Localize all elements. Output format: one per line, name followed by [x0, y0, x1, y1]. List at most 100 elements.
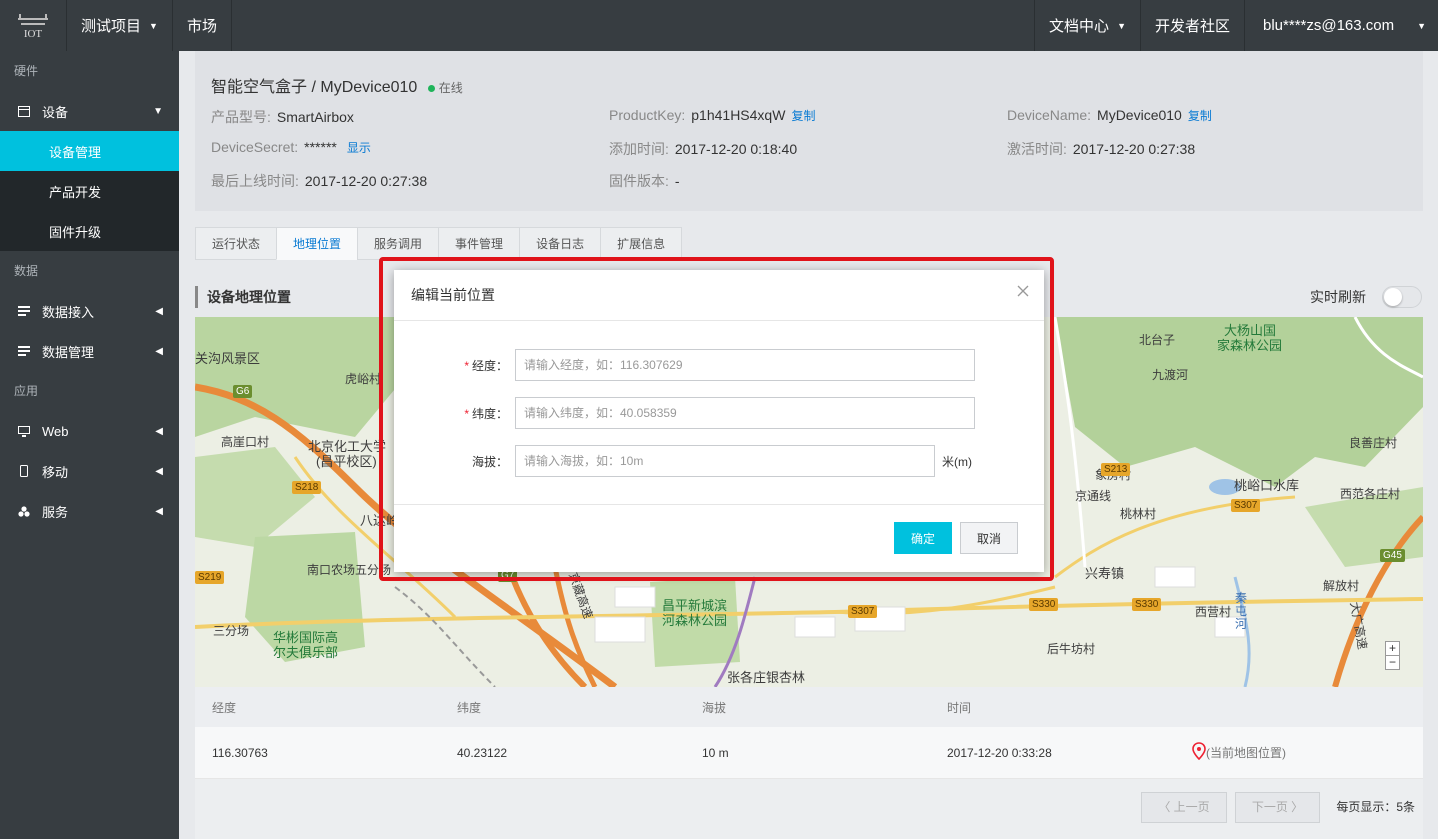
map-label: 西范各庄村: [1340, 487, 1401, 501]
chevron-left-icon: 〈: [1158, 800, 1174, 814]
altitude-input[interactable]: [515, 445, 935, 477]
sidebar: 硬件 设备 ▼ 设备管理 产品开发 固件升级 数据 数据接入 ◀ 数据管理 ◀ …: [0, 51, 179, 839]
map-label: 北台子: [1139, 333, 1176, 347]
info-added: 添加时间: 2017-12-20 0:18:40: [609, 139, 1007, 159]
caret-left-icon: ◀: [155, 465, 163, 477]
longitude-input[interactable]: [515, 349, 975, 381]
caret-left-icon: ◀: [155, 505, 163, 517]
info-value: -: [674, 173, 680, 189]
cell-lat: 40.23122: [457, 745, 508, 760]
info-key: 最后上线时间:: [211, 173, 299, 189]
current-map-position-link[interactable]: (当前地图位置): [1175, 742, 1415, 763]
info-model: 产品型号: SmartAirbox: [211, 107, 609, 127]
info-value: p1h41HS4xqW: [691, 107, 786, 123]
tab-geo-location[interactable]: 地理位置: [276, 227, 359, 260]
community-label: 开发者社区: [1154, 18, 1230, 35]
community-link[interactable]: 开发者社区: [1139, 0, 1244, 51]
sidebar-item-web[interactable]: Web ◀: [0, 411, 179, 451]
map-label: 桃峪口水库: [1234, 478, 1300, 493]
info-key: DeviceSecret:: [211, 139, 299, 155]
project-label: 测试项目: [81, 18, 142, 35]
lat-label: * 纬度：: [394, 405, 515, 422]
close-icon[interactable]: [1016, 284, 1030, 298]
zoom-out-button[interactable]: −: [1386, 655, 1399, 669]
info-activated: 激活时间: 2017-12-20 0:27:38: [1007, 139, 1405, 159]
prev-page-button[interactable]: 〈 上一页: [1141, 792, 1227, 823]
caret-down-icon: ▼: [149, 20, 158, 31]
current-map-position-label: (当前地图位置): [1206, 746, 1286, 760]
online-dot-icon: [427, 85, 435, 93]
market-link[interactable]: 市场: [173, 0, 232, 51]
status-badge: 在线: [427, 81, 463, 95]
info-row: 最后上线时间: 2017-12-20 0:27:38 固件版本: -: [211, 171, 1411, 191]
road-badge: S330: [1029, 598, 1059, 611]
tab-running-status[interactable]: 运行状态: [195, 227, 278, 260]
account-label: blu****zs@163.com: [1263, 17, 1395, 34]
cell-alt: 10 m: [702, 745, 729, 760]
road-badge: S307: [1231, 499, 1261, 512]
sidebar-label: 移动: [42, 464, 69, 480]
info-key: 添加时间:: [609, 141, 669, 157]
info-key: 产品型号:: [211, 109, 271, 125]
road-badge: G45: [1380, 549, 1405, 562]
cancel-button[interactable]: 取消: [960, 522, 1018, 554]
sidebar-item-product-dev[interactable]: 产品开发: [0, 171, 179, 211]
lng-row: * 经度：: [394, 349, 975, 381]
device-icon: [18, 105, 30, 117]
sidebar-item-data-access[interactable]: 数据接入 ◀: [0, 291, 179, 331]
map-label: 河森林公园: [662, 613, 728, 628]
confirm-button[interactable]: 确定: [894, 522, 952, 554]
map-label: 家森林公园: [1217, 338, 1283, 353]
alt-row: 海拔： 米(m): [394, 445, 972, 477]
sidebar-item-device-manage[interactable]: 设备管理: [0, 131, 179, 171]
latitude-input[interactable]: [515, 397, 975, 429]
realtime-refresh-toggle[interactable]: [1382, 286, 1422, 308]
iot-logo-icon[interactable]: IOT: [0, 0, 67, 51]
info-firmware: 固件版本: -: [609, 171, 1007, 191]
account-menu[interactable]: blu****zs@163.com ▼: [1244, 0, 1438, 51]
dialog-footer: 确定 取消: [394, 504, 1044, 572]
docs-menu[interactable]: 文档中心 ▼: [1034, 0, 1140, 51]
list-icon: [18, 345, 30, 357]
map-label: 解放村: [1323, 579, 1360, 593]
tab-service-call[interactable]: 服务调用: [357, 227, 440, 260]
info-value: 2017-12-20 0:27:38: [1072, 141, 1196, 157]
lng-label-text: 经度：: [471, 358, 508, 373]
tab-event-manage[interactable]: 事件管理: [438, 227, 521, 260]
info-value: MyDevice010: [1097, 107, 1182, 123]
info-productkey: ProductKey: p1h41HS4xqW 复制: [609, 107, 1007, 127]
map-pin-icon: [1192, 742, 1206, 763]
map-label: 尔夫俱乐部: [273, 645, 339, 660]
dialog-title: 编辑当前位置: [394, 270, 1044, 321]
show-secret-link[interactable]: 显示: [347, 141, 371, 155]
map-label: 高崖口村: [221, 435, 270, 449]
col-header: 纬度: [457, 700, 482, 715]
lat-label-text: 纬度：: [471, 406, 508, 421]
location-table: 经度 纬度 海拔 时间 116.30763 40.23122 10 m 2017…: [195, 687, 1423, 779]
tab-device-log[interactable]: 设备日志: [519, 227, 602, 260]
sidebar-item-device[interactable]: 设备 ▼: [0, 91, 179, 131]
device-id: MyDevice010: [320, 79, 418, 96]
project-selector[interactable]: 测试项目 ▼: [67, 0, 173, 51]
altitude-unit: 米(m): [942, 454, 972, 469]
lng-label: * 经度：: [394, 357, 515, 374]
edit-location-dialog: 编辑当前位置 *经度： *纬度： 海拔： 米(m) 确定 取消: [394, 270, 1044, 572]
map-label: 三分场: [213, 624, 250, 638]
info-value: SmartAirbox: [276, 109, 354, 125]
info-value: 2017-12-20 0:18:40: [674, 141, 798, 157]
device-title: 智能空气盒子 / MyDevice010 在线: [211, 79, 463, 96]
map-label: 张各庄银杏林: [727, 670, 806, 685]
copy-productkey-link[interactable]: 复制: [791, 109, 815, 123]
zoom-in-button[interactable]: +: [1386, 642, 1399, 655]
info-value: 2017-12-20 0:27:38: [304, 173, 428, 189]
road-badge: G6: [233, 385, 253, 398]
tab-extended-info[interactable]: 扩展信息: [600, 227, 683, 260]
sidebar-item-service[interactable]: 服务 ◀: [0, 491, 179, 531]
copy-devicename-link[interactable]: 复制: [1188, 109, 1212, 123]
sidebar-item-firmware[interactable]: 固件升级: [0, 211, 179, 251]
next-page-button[interactable]: 下一页 〉: [1235, 792, 1320, 823]
sidebar-item-mobile[interactable]: 移动 ◀: [0, 451, 179, 491]
sidebar-item-data-manage[interactable]: 数据管理 ◀: [0, 331, 179, 371]
map-label: 西营村: [1195, 605, 1232, 619]
required-mark: *: [464, 406, 469, 421]
